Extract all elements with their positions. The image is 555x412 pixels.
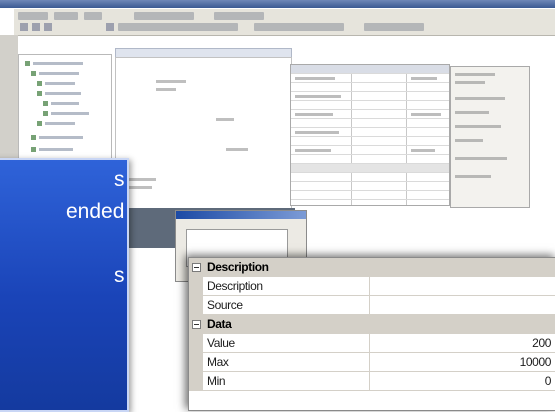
- property-name: Description: [207, 279, 263, 293]
- data-grid[interactable]: [290, 64, 450, 206]
- toolbar-button[interactable]: [44, 23, 52, 31]
- properties-pane-background[interactable]: [450, 66, 530, 208]
- solution-tree[interactable]: [18, 54, 112, 166]
- dialog-title-bar[interactable]: [176, 211, 306, 219]
- property-grid[interactable]: Description Description Source Data Valu…: [188, 257, 555, 411]
- property-name: Min: [207, 374, 226, 388]
- slide-text-line: s: [114, 264, 125, 287]
- designer-canvas[interactable]: [115, 57, 292, 219]
- section-header-data[interactable]: Data: [189, 315, 555, 334]
- property-row[interactable]: Min 0: [189, 372, 555, 391]
- property-value[interactable]: [371, 278, 551, 294]
- property-value[interactable]: 200: [371, 335, 551, 351]
- property-value[interactable]: [371, 297, 551, 313]
- collapse-icon[interactable]: [192, 263, 201, 272]
- property-row[interactable]: Max 10000: [189, 353, 555, 372]
- property-value[interactable]: 10000: [371, 354, 552, 370]
- property-name: Source: [207, 298, 243, 312]
- section-header-description[interactable]: Description: [189, 258, 555, 277]
- section-title: Data: [207, 317, 232, 331]
- property-name: Value: [207, 336, 235, 350]
- property-row[interactable]: Source: [189, 296, 555, 315]
- slide-text-panel: s ended s: [0, 158, 129, 412]
- property-value[interactable]: 0: [371, 373, 552, 389]
- toolbar-button[interactable]: [32, 23, 40, 31]
- toolbar-button[interactable]: [106, 23, 114, 31]
- slide-text-line: ended: [66, 200, 125, 223]
- slide-text-line: s: [114, 168, 125, 191]
- toolbar: [14, 9, 555, 36]
- property-row[interactable]: Value 200: [189, 334, 555, 353]
- collapse-icon[interactable]: [192, 320, 201, 329]
- property-name: Max: [207, 355, 229, 369]
- section-title: Description: [207, 260, 269, 274]
- toolbar-button[interactable]: [20, 23, 28, 31]
- title-bar: [0, 0, 555, 8]
- property-row[interactable]: Description: [189, 277, 555, 296]
